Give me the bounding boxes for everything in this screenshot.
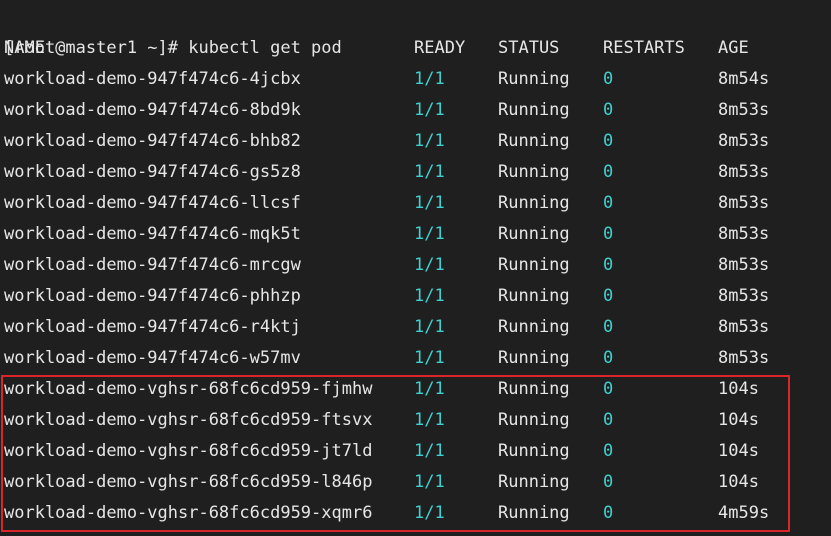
header-name: NAME <box>4 38 45 58</box>
command-prompt: [root@master1 ~]# kubectl get pod <box>4 38 342 58</box>
pod-restarts: 0 <box>603 162 614 182</box>
pod-status: Running <box>498 286 570 306</box>
header-ready: READY <box>414 38 466 58</box>
pod-status: Running <box>498 224 570 244</box>
pod-ready: 1/1 <box>414 69 445 89</box>
header-age: AGE <box>718 38 749 58</box>
pod-age: 8m53s <box>718 193 770 213</box>
pod-age: 8m53s <box>718 131 770 151</box>
pod-name: workload-demo-947f474c6-mrcgw <box>4 255 301 275</box>
pod-restarts: 0 <box>603 348 614 368</box>
pod-restarts: 0 <box>603 131 614 151</box>
pod-status: Running <box>498 255 570 275</box>
pod-name: workload-demo-947f474c6-bhb82 <box>4 131 301 151</box>
pod-ready: 1/1 <box>414 317 445 337</box>
pod-name: workload-demo-947f474c6-gs5z8 <box>4 162 301 182</box>
pod-restarts: 0 <box>603 100 614 120</box>
pod-age: 8m53s <box>718 162 770 182</box>
pod-age: 8m53s <box>718 100 770 120</box>
pod-ready: 1/1 <box>414 255 445 275</box>
pod-ready: 1/1 <box>414 348 445 368</box>
pod-status: Running <box>498 69 570 89</box>
pod-restarts: 0 <box>603 193 614 213</box>
pod-status: Running <box>498 131 570 151</box>
pod-ready: 1/1 <box>414 131 445 151</box>
pod-status: Running <box>498 162 570 182</box>
pod-restarts: 0 <box>603 286 614 306</box>
pod-age: 8m53s <box>718 317 770 337</box>
highlight-box-new-pods <box>1 375 790 532</box>
pod-age: 8m53s <box>718 286 770 306</box>
pod-name: workload-demo-947f474c6-8bd9k <box>4 100 301 120</box>
header-status: STATUS <box>498 38 560 58</box>
pod-status: Running <box>498 193 570 213</box>
pod-restarts: 0 <box>603 255 614 275</box>
pod-restarts: 0 <box>603 317 614 337</box>
pod-restarts: 0 <box>603 224 614 244</box>
pod-age: 8m53s <box>718 224 770 244</box>
pod-name: workload-demo-947f474c6-4jcbx <box>4 69 301 89</box>
pod-ready: 1/1 <box>414 162 445 182</box>
pod-ready: 1/1 <box>414 224 445 244</box>
pod-age: 8m53s <box>718 348 770 368</box>
pod-age: 8m53s <box>718 255 770 275</box>
header-restarts: RESTARTS <box>603 38 685 58</box>
pod-name: workload-demo-947f474c6-w57mv <box>4 348 301 368</box>
pod-status: Running <box>498 100 570 120</box>
pod-status: Running <box>498 348 570 368</box>
pod-name: workload-demo-947f474c6-mqk5t <box>4 224 301 244</box>
pod-restarts: 0 <box>603 69 614 89</box>
pod-ready: 1/1 <box>414 286 445 306</box>
pod-name: workload-demo-947f474c6-llcsf <box>4 193 301 213</box>
pod-age: 8m54s <box>718 69 770 89</box>
command-prompt-line: [root@master1 ~]# kubectl get pod <box>0 2 342 58</box>
table-header-row: NAME READY STATUS RESTARTS AGE <box>0 33 749 64</box>
pod-status: Running <box>498 317 570 337</box>
terminal-window[interactable]: [root@master1 ~]# kubectl get pod NAME R… <box>0 0 831 536</box>
pod-ready: 1/1 <box>414 193 445 213</box>
pod-name: workload-demo-947f474c6-phhzp <box>4 286 301 306</box>
pod-name: workload-demo-947f474c6-r4ktj <box>4 317 301 337</box>
pod-ready: 1/1 <box>414 100 445 120</box>
